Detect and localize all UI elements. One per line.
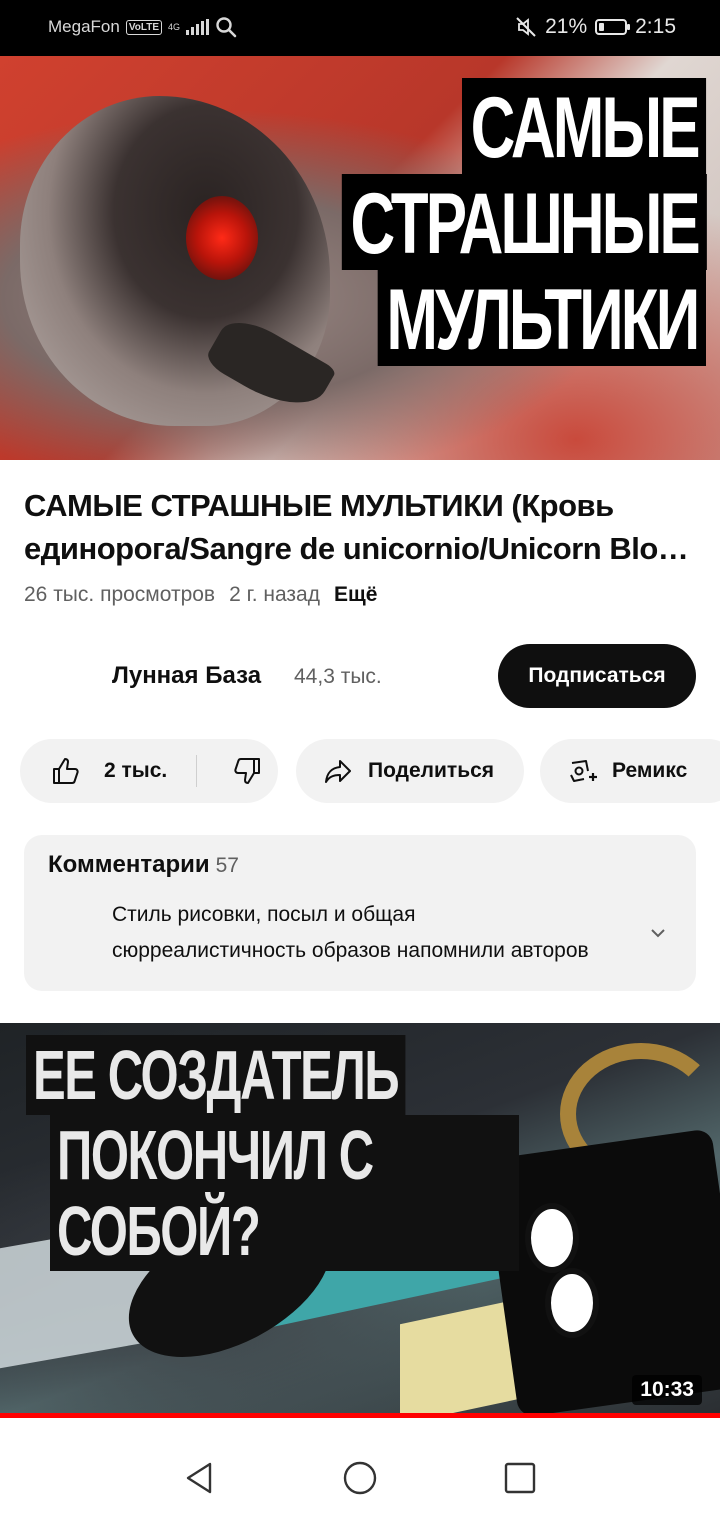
status-bar: MegaFon VoLTE 4G 21% 2:15	[0, 0, 720, 56]
hero-title-line: СТРАШНЫЕ	[341, 174, 706, 270]
network-type: 4G	[168, 21, 181, 32]
hero-title-line: МУЛЬТИКИ	[377, 270, 706, 366]
chevron-down-icon[interactable]	[648, 923, 668, 943]
next-video-title-line: ПОКОНЧИЛ С СОБОЙ?	[50, 1115, 519, 1271]
upload-age: 2 г. назад	[229, 583, 320, 606]
video-title-line: САМЫЕ СТРАШНЫЕ МУЛЬТИКИ (Кровь	[24, 488, 614, 523]
clock: 2:15	[635, 15, 676, 38]
volte-badge: VoLTE	[125, 19, 163, 35]
status-right: 21% 2:15	[515, 15, 676, 39]
hero-title-line: САМЫЕ	[461, 78, 706, 174]
system-nav-bar	[0, 1418, 720, 1520]
video-meta[interactable]: 26 тыс. просмотров 2 г. назад Ещё	[24, 583, 377, 607]
view-count: 26 тыс. просмотров	[24, 583, 216, 606]
comment-preview-line: сюрреалистичность образов напомнили авто…	[112, 939, 589, 962]
channel-row[interactable]: Лунная База 44,3 тыс. Подписаться	[0, 644, 720, 708]
home-button[interactable]	[328, 1446, 392, 1510]
thumbs-down-icon	[234, 758, 260, 784]
back-button[interactable]	[168, 1446, 232, 1510]
share-button[interactable]: Поделиться	[296, 739, 524, 803]
carrier-label: MegaFon	[48, 17, 120, 36]
channel-name[interactable]: Лунная База	[112, 662, 261, 690]
like-count: 2 тыс.	[104, 759, 168, 782]
share-icon	[325, 760, 351, 783]
more-link[interactable]: Ещё	[334, 583, 377, 607]
comments-header: Комментарии 57	[48, 851, 239, 879]
hero-title-overlay: САМЫЕ СТРАШНЫЕ МУЛЬТИКИ	[200, 78, 706, 366]
next-video-title-overlay: ЕЕ СОЗДАТЕЛЬ ПОКОНЧИЛ С СОБОЙ?	[26, 1035, 720, 1271]
dislike-button[interactable]	[216, 739, 278, 803]
recents-icon	[504, 1462, 536, 1494]
video-title-line: единорога/Sangre de unicornio/Unicorn Bl…	[24, 531, 700, 566]
remix-label: Ремикс	[612, 759, 688, 782]
battery-icon	[595, 19, 631, 35]
comments-card[interactable]: Комментарии 57 Стиль рисовки, посыл и общ…	[24, 835, 696, 991]
battery-percent: 21%	[545, 15, 588, 38]
recents-button[interactable]	[488, 1446, 552, 1510]
remix-icon	[570, 760, 597, 782]
status-left: MegaFon VoLTE 4G	[48, 16, 237, 38]
like-dislike-pill: 2 тыс.	[20, 739, 278, 803]
thumbs-up-icon	[53, 758, 79, 784]
share-label: Поделиться	[368, 759, 495, 782]
search-icon	[216, 17, 237, 38]
like-button[interactable]: 2 тыс.	[20, 739, 167, 803]
video-title[interactable]: САМЫЕ СТРАШНЫЕ МУЛЬТИКИ (Кровь единорога…	[24, 484, 700, 570]
comments-count: 57	[215, 854, 239, 877]
subscriber-count: 44,3 тыс.	[294, 665, 382, 688]
back-icon	[186, 1462, 212, 1494]
next-video-title-line: ЕЕ СОЗДАТЕЛЬ	[26, 1035, 406, 1115]
next-video-thumbnail[interactable]: ЕЕ СОЗДАТЕЛЬ ПОКОНЧИЛ С СОБОЙ? 10:33	[0, 1023, 720, 1417]
like-divider	[196, 755, 197, 787]
home-icon	[343, 1461, 377, 1495]
video-player[interactable]: САМЫЕ СТРАШНЫЕ МУЛЬТИКИ	[0, 56, 720, 460]
comment-preview: Стиль рисовки, посыл и общая сюрреалисти…	[112, 897, 622, 969]
mute-icon	[516, 17, 536, 37]
remix-button[interactable]: Ремикс	[540, 739, 720, 803]
comments-title: Комментарии	[48, 851, 210, 878]
duration-badge: 10:33	[632, 1375, 702, 1405]
comment-preview-line: Стиль рисовки, посыл и общая	[112, 903, 416, 926]
thumb-cube-eye	[545, 1268, 599, 1338]
signal-icon	[186, 19, 210, 35]
subscribe-button[interactable]: Подписаться	[498, 644, 696, 708]
